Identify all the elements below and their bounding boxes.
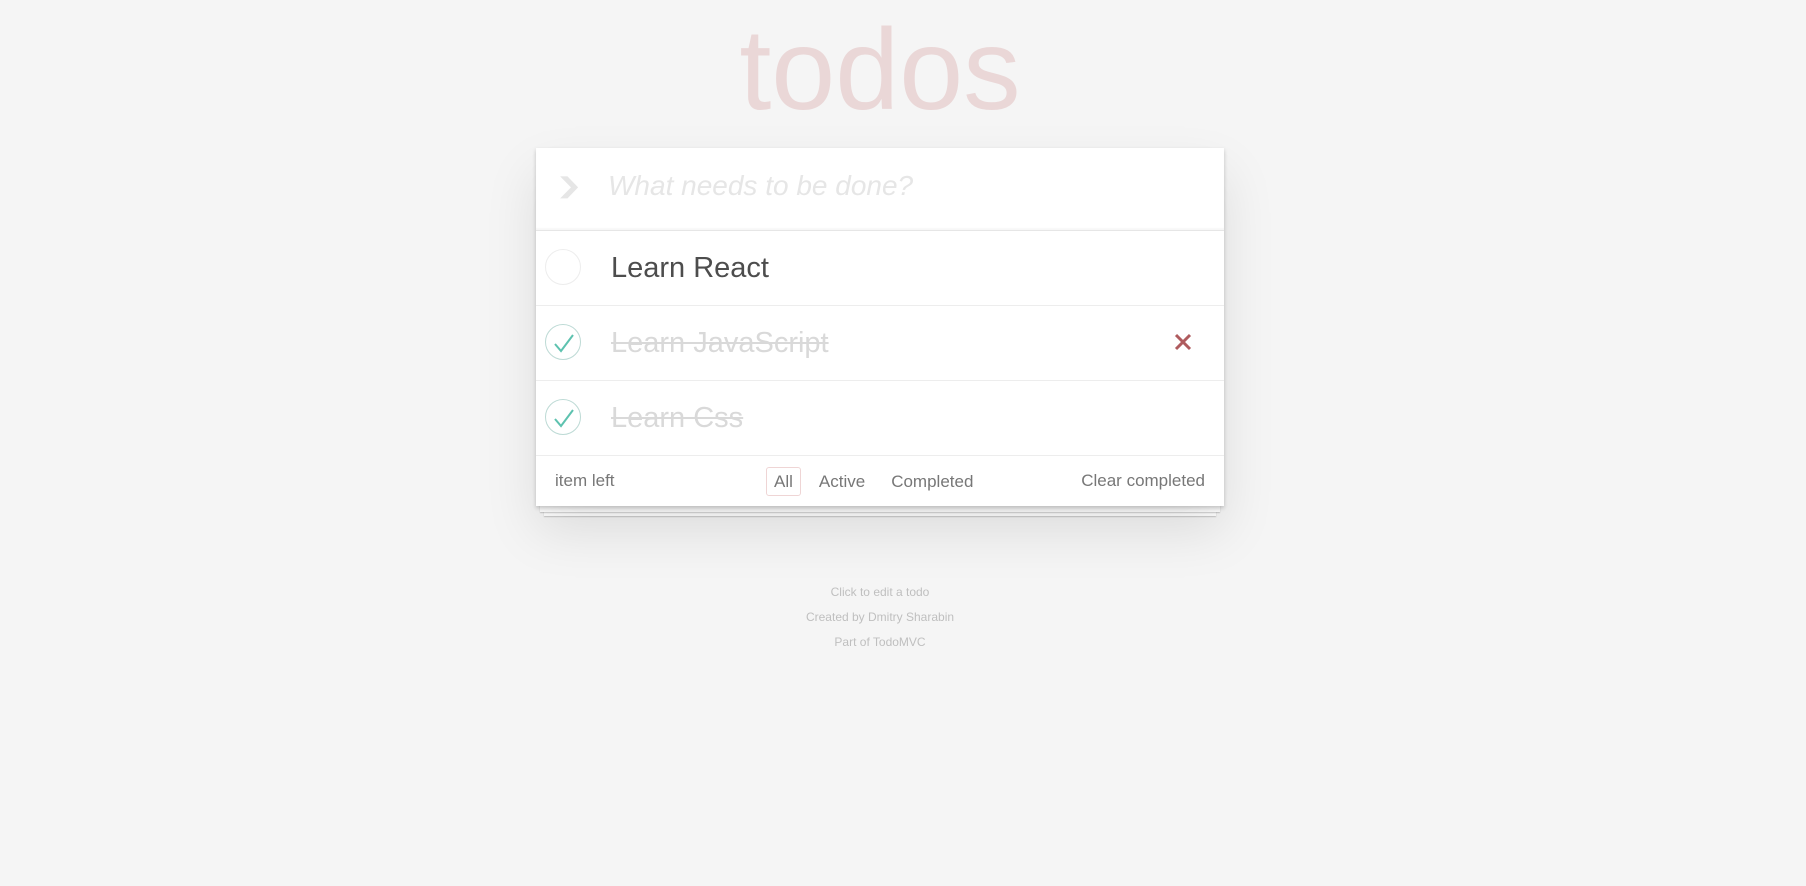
filter-active[interactable]: Active [811,467,873,496]
new-todo-input[interactable] [600,161,1208,211]
todo-label[interactable]: Learn React [611,231,769,305]
todo-item[interactable]: Learn React [536,231,1224,306]
info-edit-hint: Click to edit a todo [830,585,930,599]
delete-icon[interactable] [1168,327,1198,357]
todo-label[interactable]: Learn JavaScript [611,306,829,380]
toggle-checkbox[interactable] [545,249,581,285]
todo-label[interactable]: Learn Css [611,381,743,455]
clear-completed-button[interactable]: Clear completed [1081,456,1205,506]
checkmark-icon [554,409,574,428]
chevron-down-icon[interactable]: ❯ [538,165,601,207]
close-icon [1174,333,1192,351]
todo-list: Learn React Learn JavaScript Learn Css [536,231,1224,456]
filter-completed[interactable]: Completed [883,467,981,496]
todo-header: ❯ [536,148,1224,231]
filter-all[interactable]: All [766,467,801,496]
info-footer: Click to edit a todo Created by Dmitry S… [0,580,1760,655]
app-title: todos [739,6,1021,134]
info-todomvc: Part of TodoMVC [834,635,926,649]
todo-app: ❯ Learn React Learn JavaScript [536,148,1224,506]
info-author: Created by Dmitry Sharabin [805,610,955,624]
toggle-checkbox[interactable] [545,324,581,360]
todo-footer: item left All Active Completed Clear com… [536,456,1224,506]
filters: All Active Completed [766,467,981,496]
todo-count: item left [555,471,615,490]
todo-item[interactable]: Learn Css [536,381,1224,456]
checkmark-icon [554,334,574,353]
toggle-checkbox[interactable] [545,399,581,435]
todo-item[interactable]: Learn JavaScript [536,306,1224,381]
